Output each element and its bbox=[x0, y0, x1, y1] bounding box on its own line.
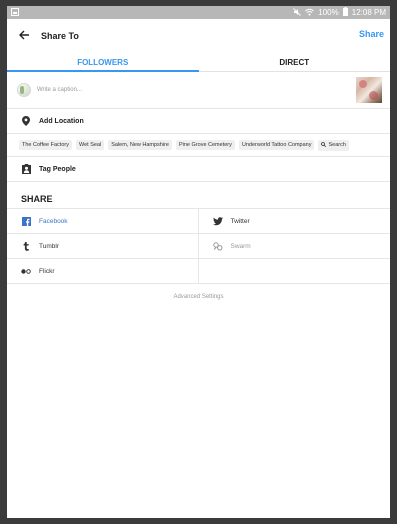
top-bar: Share To Share bbox=[7, 19, 390, 53]
share-facebook[interactable]: Facebook bbox=[7, 209, 199, 234]
screenshot-icon bbox=[11, 7, 19, 18]
twitter-icon bbox=[212, 216, 223, 226]
caption-input[interactable]: Write a caption... bbox=[37, 87, 356, 93]
wifi-icon bbox=[305, 8, 315, 18]
tab-direct[interactable]: DIRECT bbox=[199, 53, 391, 71]
location-search-chip[interactable]: Search bbox=[318, 139, 349, 151]
status-right: 100% 12:08 PM bbox=[293, 7, 386, 18]
swarm-label: Swarm bbox=[230, 242, 251, 250]
location-chip[interactable]: Salem, New Hampshire bbox=[108, 140, 172, 150]
device-frame: 100% 12:08 PM Share To Share FOLLOWERS D… bbox=[0, 0, 397, 524]
share-tumblr[interactable]: Tumblr bbox=[7, 234, 199, 259]
back-arrow-icon bbox=[18, 28, 30, 44]
mute-icon bbox=[293, 7, 302, 18]
tab-followers[interactable]: FOLLOWERS bbox=[7, 53, 199, 72]
share-empty-cell bbox=[199, 259, 391, 283]
facebook-icon bbox=[21, 216, 31, 226]
back-button[interactable] bbox=[13, 25, 35, 47]
battery-icon bbox=[342, 7, 348, 18]
location-chip[interactable]: The Coffee Factory bbox=[19, 140, 72, 150]
add-location-row[interactable]: Add Location bbox=[7, 109, 390, 134]
flickr-icon bbox=[21, 266, 31, 276]
flickr-label: Flickr bbox=[39, 267, 55, 275]
avatar bbox=[17, 83, 31, 97]
status-time: 12:08 PM bbox=[351, 8, 386, 17]
page-title: Share To bbox=[41, 31, 79, 41]
advanced-settings-link[interactable]: Advanced Settings bbox=[7, 284, 390, 300]
share-swarm[interactable]: Swarm bbox=[198, 234, 390, 259]
tag-people-row[interactable]: Tag People bbox=[7, 157, 390, 182]
share-button[interactable]: Share bbox=[359, 29, 384, 39]
status-bar: 100% 12:08 PM bbox=[7, 6, 390, 19]
photo-thumbnail bbox=[356, 77, 382, 103]
tag-people-label: Tag People bbox=[39, 165, 76, 173]
share-section-header: SHARE bbox=[7, 182, 390, 209]
location-suggestions: The Coffee Factory Wet Seal Salem, New H… bbox=[7, 134, 390, 157]
location-chip[interactable]: Pine Grove Cemetery bbox=[175, 140, 235, 150]
search-icon bbox=[321, 141, 327, 149]
location-chip[interactable]: Underworld Tattoo Company bbox=[238, 140, 315, 150]
battery-percent: 100% bbox=[318, 8, 339, 17]
share-twitter[interactable]: Twitter bbox=[198, 209, 390, 234]
caption-row: Write a caption... bbox=[7, 72, 390, 109]
status-left bbox=[11, 7, 19, 18]
location-search-label: Search bbox=[328, 142, 346, 148]
share-flickr[interactable]: Flickr bbox=[7, 259, 199, 283]
tumblr-label: Tumblr bbox=[39, 242, 59, 250]
tag-people-icon bbox=[21, 164, 31, 174]
twitter-label: Twitter bbox=[230, 217, 250, 225]
location-pin-icon bbox=[21, 116, 31, 126]
share-services-grid: Facebook Twitter Tumblr Swarm Flickr bbox=[7, 209, 390, 284]
swarm-icon bbox=[212, 241, 223, 251]
tumblr-icon bbox=[21, 241, 31, 251]
share-tabs: FOLLOWERS DIRECT bbox=[7, 53, 390, 72]
facebook-label: Facebook bbox=[39, 217, 68, 225]
location-chip[interactable]: Wet Seal bbox=[75, 140, 105, 150]
screen: 100% 12:08 PM Share To Share FOLLOWERS D… bbox=[7, 6, 390, 518]
add-location-label: Add Location bbox=[39, 117, 84, 125]
